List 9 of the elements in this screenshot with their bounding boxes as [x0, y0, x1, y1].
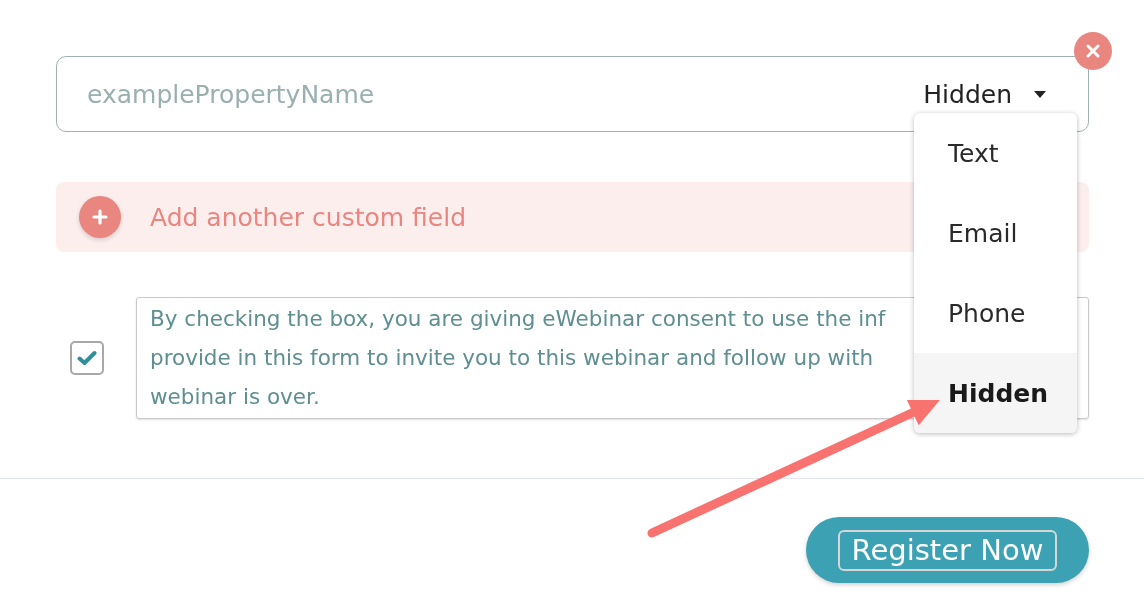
type-select[interactable]: Hidden: [923, 74, 1046, 114]
close-icon: [1086, 44, 1100, 58]
property-name-input[interactable]: examplePropertyName: [87, 74, 924, 114]
remove-field-button[interactable]: [1074, 32, 1112, 70]
plus-icon: [79, 196, 121, 238]
menu-item[interactable]: Hidden: [914, 353, 1077, 433]
check-icon: [77, 350, 97, 366]
caret-icon: [1034, 90, 1046, 98]
consent-checkbox[interactable]: [70, 341, 104, 375]
